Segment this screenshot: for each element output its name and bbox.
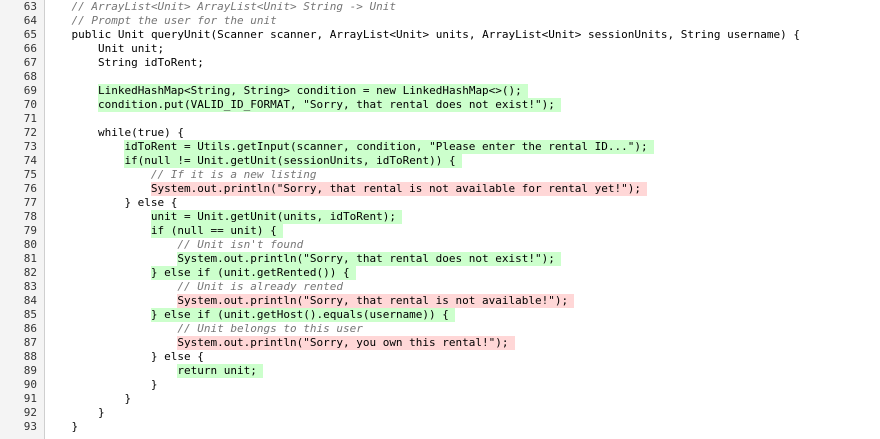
line-number: 92 — [23, 406, 37, 419]
code-text: } — [124, 392, 132, 405]
code-line: 90} — [0, 378, 880, 392]
line-number: 64 — [23, 14, 37, 27]
code-line: 79 if (null == unit) { — [0, 224, 880, 238]
code-line: 69 LinkedHashMap<String, String> conditio… — [0, 84, 880, 98]
code-text: } — [71, 420, 79, 433]
code-text-added: if (null == unit) { — [150, 224, 283, 238]
code-text: while(true) { — [97, 126, 185, 139]
code-comment: // Unit belongs to this user — [177, 322, 363, 335]
code-line: 83 // Unit is already rented — [0, 280, 880, 294]
line-number: 65 — [23, 28, 37, 41]
line-number: 72 — [23, 126, 37, 139]
line-number: 75 — [23, 168, 37, 181]
code-text: String idToRent; — [97, 56, 204, 69]
line-number: 70 — [23, 98, 37, 111]
code-text: public Unit queryUnit(Scanner scanner, A… — [71, 28, 800, 41]
line-number: 68 — [23, 70, 37, 83]
code-text: } — [97, 406, 105, 419]
line-number: 78 — [23, 210, 37, 223]
code-viewer: 63 // ArrayList<Unit> ArrayList<Unit> Str… — [0, 0, 880, 439]
code-line: 77 } else { — [0, 196, 880, 210]
line-number: 91 — [23, 392, 37, 405]
code-line: 76 System.out.println("Sorry, that rental… — [0, 182, 880, 196]
code-text-added: condition.put(VALID_ID_FORMAT, "Sorry, t… — [97, 98, 561, 112]
code-line: 64 // Prompt the user for the unit — [0, 14, 880, 28]
line-number: 89 — [23, 364, 37, 377]
code-text-removed: System.out.println("Sorry, that rental i… — [177, 294, 575, 308]
line-number: 69 — [23, 84, 37, 97]
code-line: 91} — [0, 392, 880, 406]
code-comment: // Prompt the user for the unit — [71, 14, 277, 27]
line-number: 83 — [23, 280, 37, 293]
code-line: 81 System.out.println("Sorry, that rental… — [0, 252, 880, 266]
line-number: 86 — [23, 322, 37, 335]
code-text-removed: System.out.println("Sorry, that rental i… — [150, 182, 647, 196]
code-text-added: } else if (unit.getRented()) { — [150, 266, 356, 280]
code-line: 74 if(null != Unit.getUnit(sessionUnits, … — [0, 154, 880, 168]
code-text: } else { — [124, 196, 178, 209]
line-number: 67 — [23, 56, 37, 69]
line-number: 77 — [23, 196, 37, 209]
code-line: 89 return unit; — [0, 364, 880, 378]
code-line: 87 System.out.println("Sorry, you own thi… — [0, 336, 880, 350]
line-number: 80 — [23, 238, 37, 251]
line-number: 74 — [23, 154, 37, 167]
code-line: 68 — [0, 70, 880, 84]
code-text: } else { — [150, 350, 204, 363]
code-line: 82 } else if (unit.getRented()) { — [0, 266, 880, 280]
code-line: 73 idToRent = Utils.getInput(scanner, con… — [0, 140, 880, 154]
line-number: 87 — [23, 336, 37, 349]
code-text-added: LinkedHashMap<String, String> condition … — [97, 84, 528, 98]
line-number: 93 — [23, 420, 37, 433]
line-number: 79 — [23, 224, 37, 237]
code-text-added: unit = Unit.getUnit(units, idToRent); — [150, 210, 402, 224]
code-line: 88 } else { — [0, 350, 880, 364]
line-number: 66 — [23, 42, 37, 55]
code-text: } — [150, 378, 158, 391]
code-line: 85 } else if (unit.getHost().equals(usern… — [0, 308, 880, 322]
code-text-added: } else if (unit.getHost().equals(usernam… — [150, 308, 455, 322]
code-line: 75 // If it is a new listing — [0, 168, 880, 182]
line-number: 73 — [23, 140, 37, 153]
code-line: 84 System.out.println("Sorry, that rental… — [0, 294, 880, 308]
code-comment: // If it is a new listing — [150, 168, 317, 181]
line-number: 63 — [23, 0, 37, 13]
code-text: Unit unit; — [97, 42, 165, 55]
code-line: 93} — [0, 420, 880, 434]
code-line: 80 // Unit isn't found — [0, 238, 880, 252]
code-text-added: return unit; — [177, 364, 263, 378]
code-line: 67 String idToRent; — [0, 56, 880, 70]
line-number: 88 — [23, 350, 37, 363]
code-text-added: if(null != Unit.getUnit(sessionUnits, id… — [124, 154, 462, 168]
line-number: 81 — [23, 252, 37, 265]
code-line: 63 // ArrayList<Unit> ArrayList<Unit> Str… — [0, 0, 880, 14]
code-text-added: System.out.println("Sorry, that rental d… — [177, 252, 561, 266]
code-text-removed: System.out.println("Sorry, you own this … — [177, 336, 515, 350]
code-line: 86 // Unit belongs to this user — [0, 322, 880, 336]
line-number: 71 — [23, 112, 37, 125]
line-number: 85 — [23, 308, 37, 321]
code-line: 72 while(true) { — [0, 126, 880, 140]
line-number: 76 — [23, 182, 37, 195]
code-line: 66 Unit unit; — [0, 42, 880, 56]
code-line: 65 public Unit queryUnit(Scanner scanner,… — [0, 28, 880, 42]
code-comment: // ArrayList<Unit> ArrayList<Unit> Strin… — [71, 0, 396, 13]
code-line: 71 — [0, 112, 880, 126]
code-line: 92} — [0, 406, 880, 420]
code-comment: // Unit isn't found — [177, 238, 304, 251]
line-number: 82 — [23, 266, 37, 279]
line-number: 90 — [23, 378, 37, 391]
code-line: 70 condition.put(VALID_ID_FORMAT, "Sorry,… — [0, 98, 880, 112]
line-number: 84 — [23, 294, 37, 307]
code-text-added: idToRent = Utils.getInput(scanner, condi… — [124, 140, 654, 154]
code-line: 78 unit = Unit.getUnit(units, idToRent); — [0, 210, 880, 224]
code-comment: // Unit is already rented — [177, 280, 343, 293]
